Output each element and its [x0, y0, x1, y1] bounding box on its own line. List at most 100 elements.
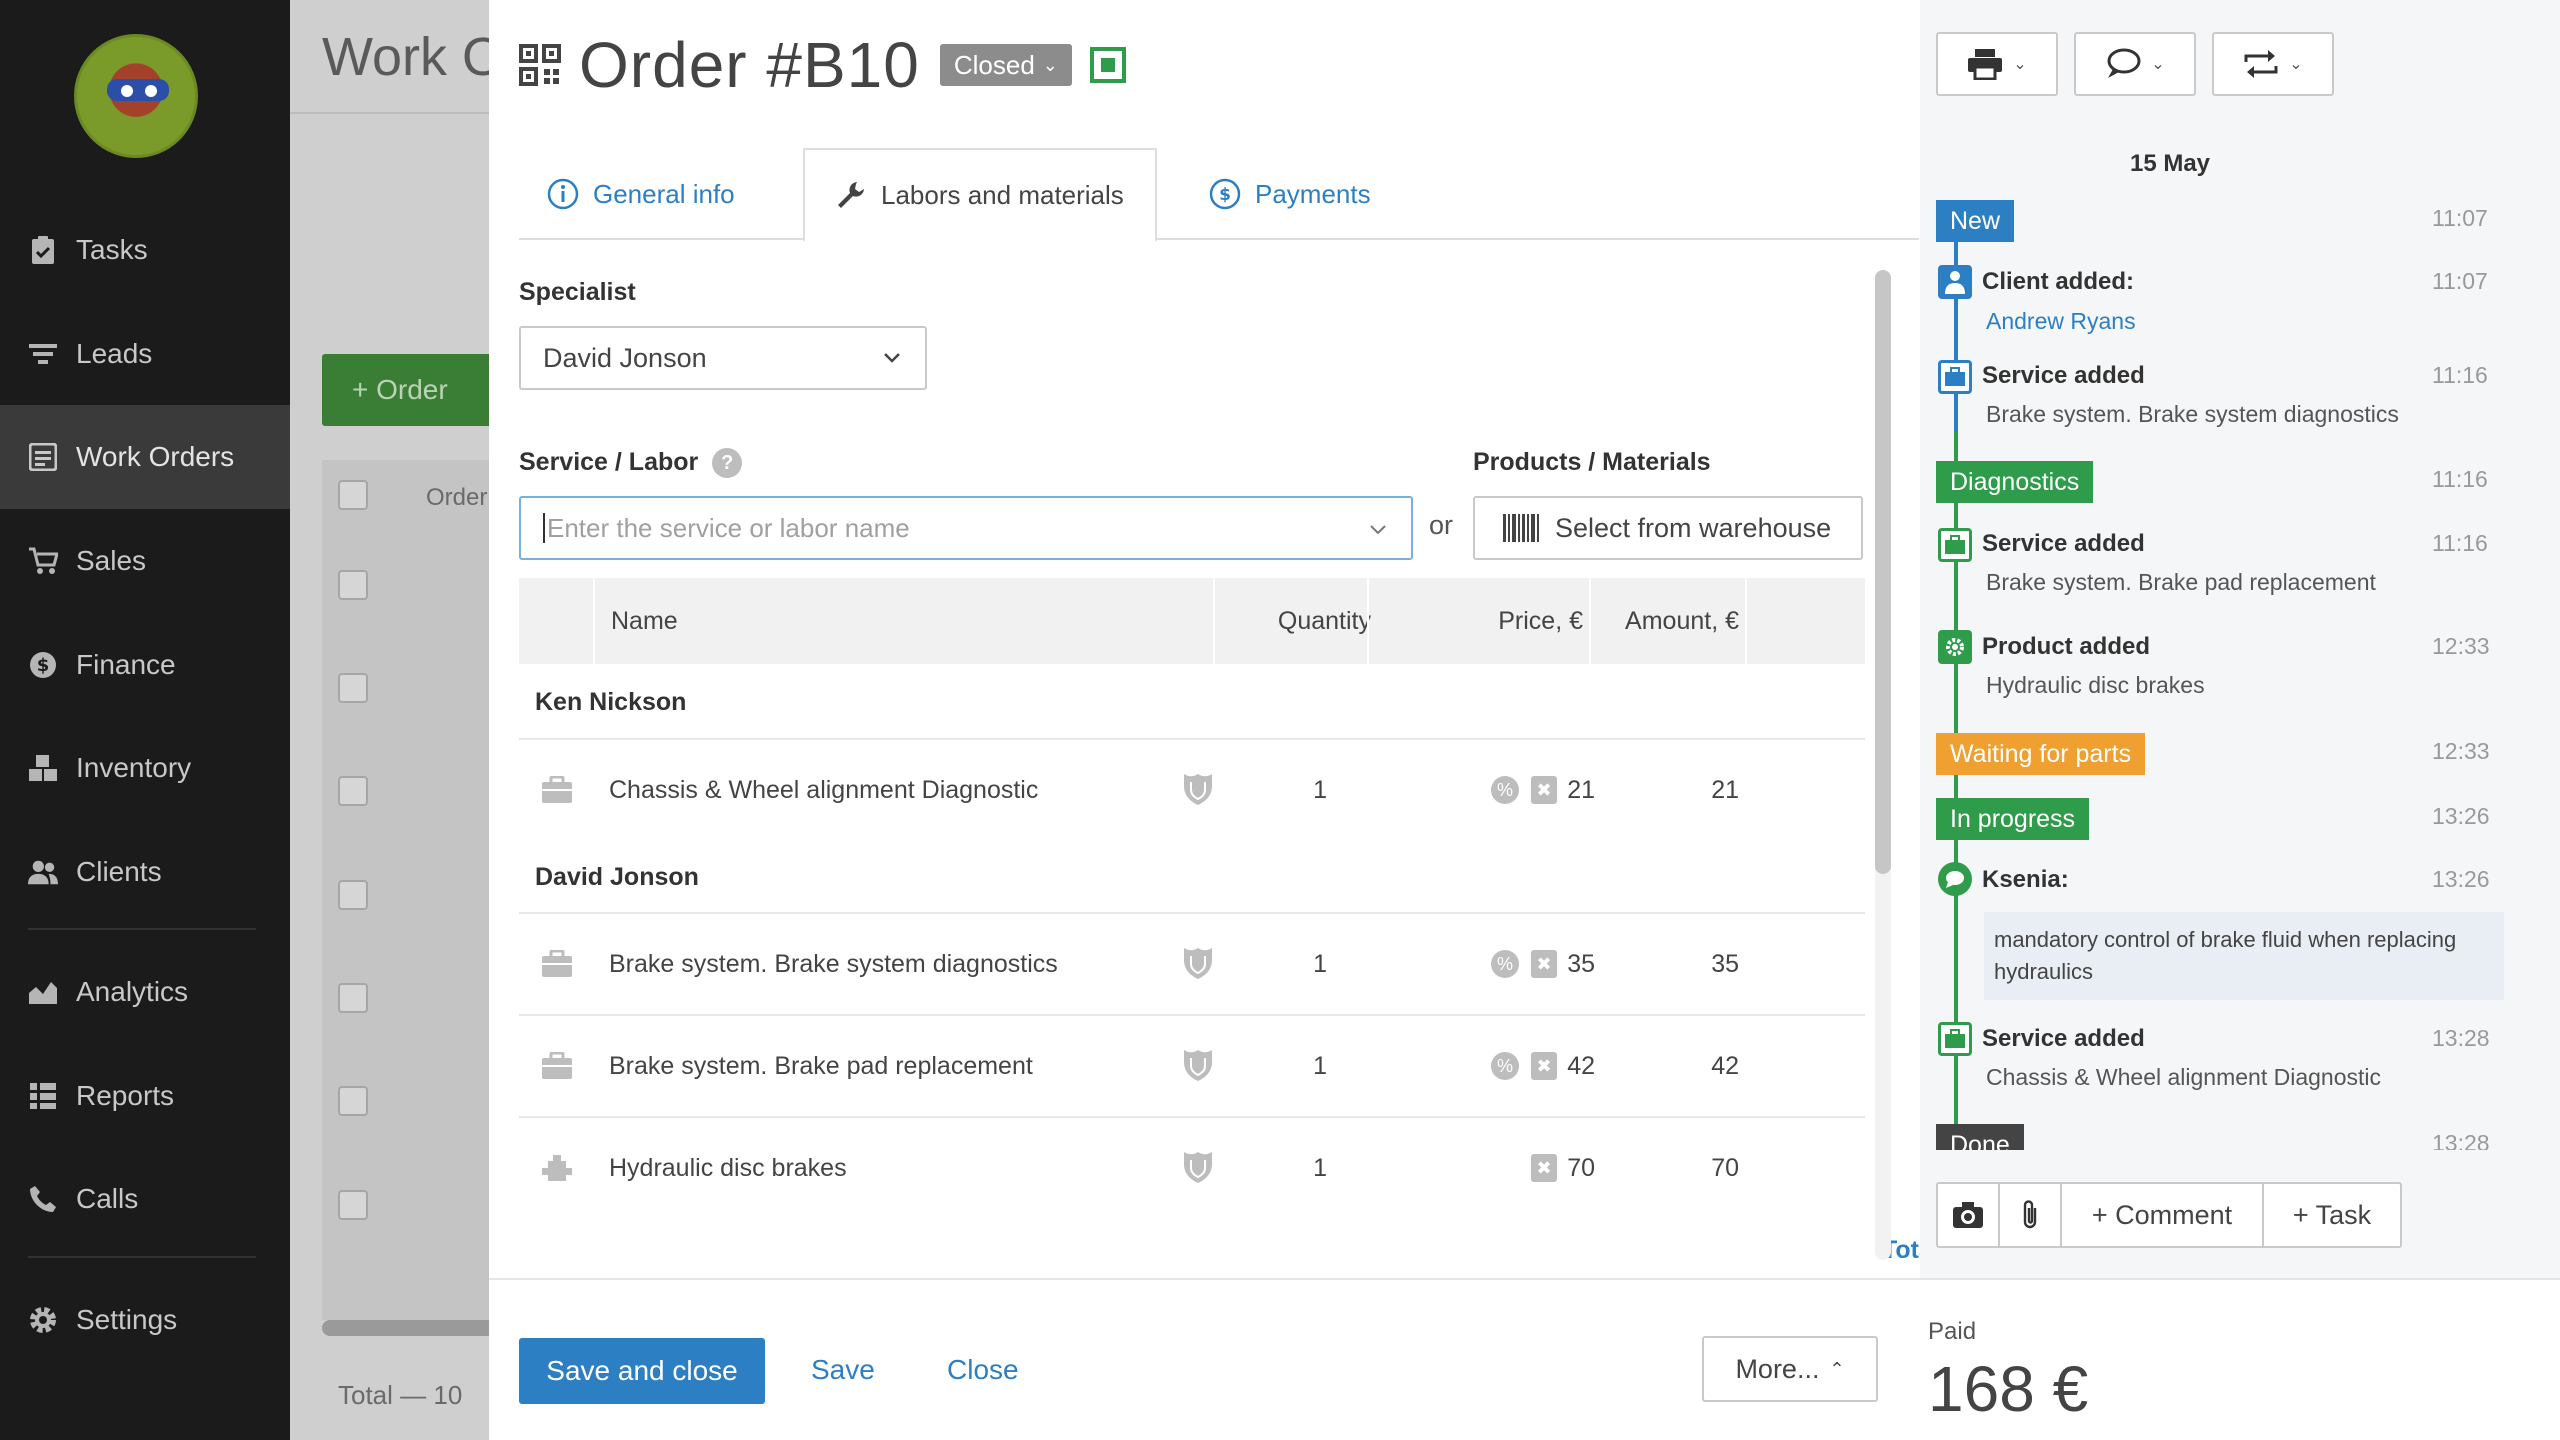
specialist-group-title: Ken Nickson [535, 688, 687, 716]
tab-label: General info [593, 178, 735, 209]
dollar-icon: $ [28, 650, 58, 680]
select-from-warehouse-button[interactable]: Select from warehouse [1473, 496, 1863, 560]
table-header: Name Quantity Price, € Amount, € [519, 578, 1865, 664]
timeline-clip: Done 13:28 [1920, 1120, 2560, 1150]
sidebar-item-inventory[interactable]: Inventory [0, 716, 290, 820]
sidebar-divider [28, 928, 256, 930]
camera-icon [1953, 1202, 1983, 1228]
save-and-close-button[interactable]: Save and close [519, 1338, 765, 1404]
stage-badge-new: New [1936, 200, 2015, 242]
discount-tag-icon[interactable]: ✖ [1531, 1052, 1557, 1080]
service-search-input[interactable]: Enter the service or labor name [519, 496, 1413, 560]
row-amount: 42 [1711, 1051, 1739, 1080]
sidebar-item-finance[interactable]: $ Finance [0, 613, 290, 717]
row-price[interactable]: 21 [1565, 740, 1595, 840]
sidebar-divider [28, 1256, 256, 1258]
vertical-scrollbar[interactable] [1875, 270, 1891, 1260]
event-time: 13:28 [2432, 1025, 2490, 1051]
sidebar-item-analytics[interactable]: Analytics [0, 940, 290, 1044]
attach-button[interactable] [2000, 1184, 2062, 1246]
tab-labors-and-materials[interactable]: Labors and materials [803, 148, 1157, 242]
discount-percent-icon[interactable]: % [1491, 950, 1519, 978]
chevron-down-icon: ⌄ [1042, 54, 1058, 75]
tab-label: Payments [1255, 178, 1371, 209]
table-row[interactable]: Brake system. Brake system diagnostics 1… [519, 912, 1865, 1012]
convert-button[interactable]: ⌄ [2212, 32, 2334, 96]
column-separator [593, 578, 595, 664]
warranty-shield-icon[interactable] [1183, 772, 1213, 806]
sidebar-item-leads[interactable]: Leads [0, 302, 290, 406]
discount-tag-icon[interactable]: ✖ [1531, 950, 1557, 978]
event-time: 12:33 [2432, 633, 2490, 659]
more-button[interactable]: More... ⌃ [1702, 1336, 1878, 1402]
list-icon [28, 1081, 58, 1111]
discount-tag-icon[interactable]: ✖ [1531, 1154, 1557, 1182]
phone-icon [28, 1184, 58, 1214]
table-row[interactable]: Hydraulic disc brakes 1 ✖ 70 70 [519, 1116, 1865, 1216]
row-price[interactable]: 42 [1565, 1016, 1595, 1116]
sidebar-item-settings[interactable]: Settings [0, 1268, 290, 1372]
scrollbar-thumb[interactable] [1875, 270, 1891, 874]
row-checkbox[interactable] [338, 776, 368, 806]
product-icon [542, 1155, 572, 1181]
add-comment-button[interactable]: + Comment [2062, 1184, 2264, 1246]
table-row[interactable]: Brake system. Brake pad replacement 1 % … [519, 1014, 1865, 1114]
sidebar-item-reports[interactable]: Reports [0, 1044, 290, 1148]
discount-tag-icon[interactable]: ✖ [1531, 776, 1557, 804]
close-button[interactable]: Close [947, 1354, 1019, 1386]
photo-button[interactable] [1938, 1184, 2000, 1246]
status-dropdown[interactable]: Closed ⌄ [939, 44, 1072, 86]
help-icon[interactable]: ? [712, 448, 743, 479]
table-row[interactable]: Chassis & Wheel alignment Diagnostic 1 %… [519, 738, 1865, 838]
people-icon [28, 857, 58, 887]
qr-code-icon[interactable] [519, 44, 561, 86]
discount-percent-icon[interactable]: % [1491, 1052, 1519, 1080]
sidebar-item-clients[interactable]: Clients [0, 820, 290, 924]
select-all-checkbox[interactable] [338, 480, 368, 510]
sidebar-item-label: Leads [76, 338, 153, 369]
warranty-shield-icon[interactable] [1183, 946, 1213, 980]
message-button[interactable]: ⌄ [2074, 32, 2196, 96]
row-checkbox[interactable] [338, 983, 368, 1013]
event-title: Service added [1982, 530, 2145, 557]
sidebar-item-work-orders[interactable]: Work Orders [0, 405, 290, 509]
sidebar-item-sales[interactable]: Sales [0, 509, 290, 613]
row-quantity[interactable]: 1 [1231, 740, 1327, 840]
row-checkbox[interactable] [338, 673, 368, 703]
add-task-button[interactable]: + Task [2264, 1184, 2400, 1246]
warranty-shield-icon[interactable] [1183, 1150, 1213, 1184]
row-quantity[interactable]: 1 [1231, 1016, 1327, 1116]
row-checkbox[interactable] [338, 570, 368, 600]
modal-footer: Save and close Save Close More... ⌃ Paid… [489, 1278, 2560, 1440]
sidebar-item-calls[interactable]: Calls [0, 1147, 290, 1251]
discount-percent-icon[interactable]: % [1491, 776, 1519, 804]
stop-icon[interactable] [1089, 47, 1126, 83]
event-detail: Hydraulic disc brakes [1986, 672, 2205, 698]
row-price[interactable]: 35 [1565, 914, 1595, 1014]
print-button[interactable]: ⌄ [1936, 32, 2058, 96]
tab-bar: General info Labors and materials $ Paym… [519, 148, 1919, 242]
modal-header: Order #B10 Closed ⌄ [519, 22, 1126, 108]
row-checkbox[interactable] [338, 1086, 368, 1116]
tab-payments[interactable]: $ Payments [1179, 148, 1409, 240]
service-icon [542, 776, 572, 803]
sidebar-item-tasks[interactable]: Tasks [0, 198, 290, 302]
specialist-select[interactable]: David Jonson [519, 326, 927, 390]
info-icon [547, 178, 579, 210]
user-avatar[interactable] [74, 34, 198, 158]
save-button[interactable]: Save [811, 1354, 875, 1386]
chevron-down-icon: ⌄ [2013, 56, 2027, 73]
client-link[interactable]: Andrew Ryans [1986, 308, 2136, 335]
chevron-down-icon[interactable] [1369, 520, 1387, 538]
tab-general-info[interactable]: General info [519, 148, 773, 240]
comment-icon [1938, 862, 1972, 896]
row-price[interactable]: 70 [1565, 1118, 1595, 1218]
row-quantity[interactable]: 1 [1231, 1118, 1327, 1218]
row-quantity[interactable]: 1 [1231, 914, 1327, 1014]
work-order-icon [28, 442, 58, 472]
row-checkbox[interactable] [338, 880, 368, 910]
event-time: 13:28 [2432, 1130, 2490, 1150]
column-header-amount: Amount, € [1625, 606, 1739, 635]
warranty-shield-icon[interactable] [1183, 1048, 1213, 1082]
row-checkbox[interactable] [338, 1190, 368, 1220]
